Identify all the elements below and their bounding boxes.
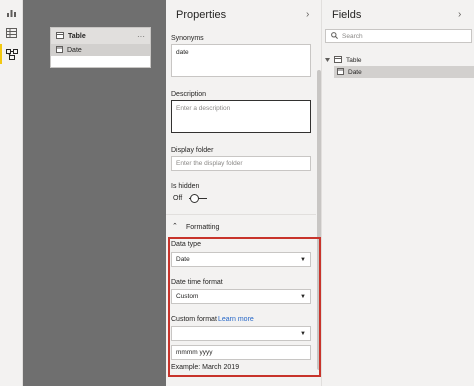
tree-date-label: Date bbox=[348, 69, 362, 76]
table-card-field-date[interactable]: Date bbox=[51, 44, 150, 56]
table-icon bbox=[56, 31, 64, 41]
collapse-chevron-icon[interactable]: › bbox=[458, 9, 461, 20]
is-hidden-label: Is hidden bbox=[171, 183, 200, 190]
calendar-icon bbox=[56, 45, 63, 55]
synonyms-label: Synonyms bbox=[171, 35, 204, 42]
data-view-icon bbox=[6, 28, 17, 38]
active-view-indicator bbox=[0, 44, 2, 64]
view-rail bbox=[0, 0, 23, 386]
synonyms-field[interactable]: date bbox=[171, 44, 311, 77]
tree-table-label: Table bbox=[346, 57, 362, 64]
collapse-chevron-icon[interactable]: › bbox=[306, 9, 309, 20]
tree-table-node[interactable]: Table bbox=[325, 55, 362, 66]
data-view-button[interactable] bbox=[0, 23, 23, 43]
table-card-title: Table bbox=[68, 32, 86, 40]
chevron-up-icon[interactable]: ⌃ bbox=[172, 222, 178, 230]
properties-title: Properties bbox=[176, 9, 227, 21]
tree-date-node[interactable]: Date bbox=[337, 67, 362, 78]
search-icon bbox=[331, 31, 338, 41]
is-hidden-state: Off bbox=[173, 195, 183, 202]
table-card-field-label: Date bbox=[67, 46, 82, 54]
calendar-icon bbox=[337, 68, 344, 77]
chevron-down-icon bbox=[325, 57, 330, 64]
more-options-icon[interactable]: ··· bbox=[137, 32, 145, 41]
table-card[interactable]: Table ··· Date bbox=[50, 27, 151, 68]
report-view-button[interactable] bbox=[0, 3, 23, 23]
description-field[interactable]: Enter a description bbox=[171, 100, 311, 133]
description-label: Description bbox=[171, 91, 207, 98]
model-canvas[interactable]: Table ··· Date bbox=[23, 0, 166, 386]
formatting-highlight-box bbox=[168, 237, 321, 377]
divider bbox=[166, 214, 316, 215]
fields-title: Fields bbox=[332, 9, 362, 21]
search-placeholder: Search bbox=[342, 32, 363, 40]
table-icon bbox=[334, 56, 342, 65]
display-folder-field[interactable]: Enter the display folder bbox=[171, 156, 311, 171]
fields-pane: Fields › Search Table Date bbox=[322, 0, 474, 386]
model-view-button[interactable] bbox=[0, 44, 23, 64]
table-card-header[interactable]: Table ··· bbox=[51, 28, 150, 44]
display-folder-label: Display folder bbox=[171, 147, 214, 154]
report-view-icon bbox=[6, 8, 17, 18]
fields-search-input[interactable]: Search bbox=[325, 29, 472, 43]
is-hidden-toggle[interactable] bbox=[190, 194, 199, 203]
formatting-section-label[interactable]: Formatting bbox=[186, 224, 219, 231]
model-view-icon bbox=[5, 48, 18, 60]
